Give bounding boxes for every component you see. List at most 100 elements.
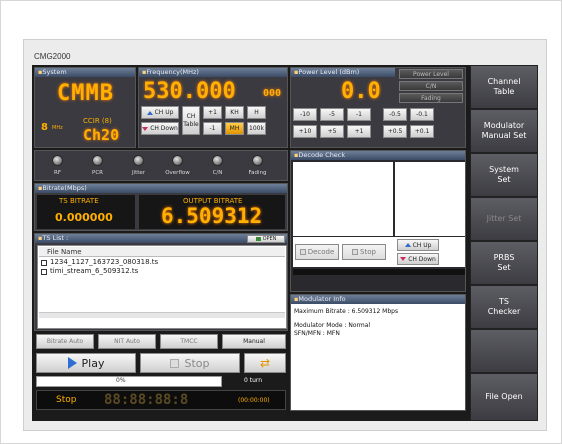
play-button[interactable]: Play [36, 353, 136, 373]
bandwidth-value: 8 [41, 122, 48, 133]
decode-info-area [395, 162, 465, 236]
output-bitrate-value: 6.509312 [161, 204, 263, 228]
power-step-button[interactable]: +0.5 [383, 125, 407, 138]
cn-tab[interactable]: C/N [399, 81, 463, 91]
power-display: 0.0 [341, 79, 381, 104]
power-step-button[interactable]: -10 [293, 108, 317, 121]
decode-stop-button[interactable]: Stop [342, 244, 386, 260]
frequency-display: 530.000 [143, 79, 236, 104]
stop-icon [352, 249, 359, 255]
overflow-lamp-label: Overflow [165, 170, 190, 176]
app-panel: CMG2000 System CMMB 8 MHz CCIR (8) Ch20 … [23, 39, 547, 431]
bitrate-auto-button[interactable]: Bitrate Auto [36, 334, 94, 349]
power-header: Power Level (dBm) [291, 68, 395, 77]
folder-icon [255, 237, 261, 241]
fading-lamp-label: Fading [248, 170, 267, 176]
step-button[interactable]: 100k [247, 122, 266, 135]
empty-side-button [470, 329, 538, 373]
open-label: OPEN [262, 236, 277, 242]
modulator-manual-set-side-button[interactable]: Modulator Manual Set [470, 109, 538, 153]
decode-label: Decode [307, 248, 335, 256]
file-name-column-label: File Name [47, 248, 82, 256]
loop-icon: ⇄ [259, 356, 271, 370]
rf-lamp-label: RF [54, 170, 61, 176]
ch-table-button[interactable]: CH Table [182, 106, 200, 135]
power-step-button[interactable]: -0.5 [383, 108, 407, 121]
step-button[interactable]: KH [225, 106, 244, 119]
prbs-set-side-button[interactable]: PRBS Set [470, 241, 538, 285]
cn-lamp-icon [212, 155, 223, 166]
decode-ch-down-label: CH Down [408, 255, 436, 263]
power-section: Power Level (dBm) 0.0 Power Level C/N Fa… [290, 67, 466, 148]
jitter-set-side-button[interactable]: Jitter Set [470, 197, 538, 241]
decode-button[interactable]: Decode [295, 244, 339, 260]
rf-lamp-icon [52, 155, 63, 166]
system-set-side-button[interactable]: System Set [470, 153, 538, 197]
stop-icon [170, 358, 180, 368]
down-arrow-icon [400, 257, 407, 261]
ts-bitrate-value: 0.000000 [55, 211, 113, 224]
bitrate-section: Bitrate(Mbps) TS BITRATE 0.000000 OUTPUT… [34, 183, 288, 231]
overflow-lamp-icon [172, 155, 183, 166]
system-header: System [35, 68, 135, 77]
stop-button[interactable]: Stop [140, 353, 240, 373]
stop-label: Stop [184, 356, 210, 370]
max-bitrate-text: Maximum Bitrate : 6.509312 Mbps [294, 308, 399, 315]
pcr-lamp-icon [92, 155, 103, 166]
standard-label: CCIR (8) [83, 117, 112, 125]
ts-checker-side-button[interactable]: TS Checker [470, 285, 538, 329]
up-arrow-icon [146, 110, 153, 115]
power-step-button[interactable]: +10 [293, 125, 317, 138]
decode-ch-up-button[interactable]: CH Up [397, 239, 439, 251]
file-list-item[interactable]: timi_stream_6_509312.ts [50, 267, 138, 275]
fading-lamp-icon [252, 155, 263, 166]
power-step-button[interactable]: +5 [320, 125, 344, 138]
decode-stop-label: Stop [360, 248, 376, 256]
file-open-side-button[interactable]: File Open [470, 373, 538, 421]
freq-ch-down-button[interactable]: CH Down [141, 122, 179, 135]
power-step-button[interactable]: +1 [347, 125, 371, 138]
play-state: Stop [56, 395, 77, 405]
time-text: (00:00:00) [238, 397, 270, 404]
time-digits: 88:88:88:8 [104, 392, 189, 408]
ts-list-section: TS List : OPEN File Name 1234_1127_16372… [34, 233, 288, 331]
loop-button[interactable]: ⇄ [244, 353, 286, 373]
file-checkbox[interactable] [41, 269, 47, 275]
freq-ch-up-button[interactable]: CH Up [141, 106, 179, 119]
open-button[interactable]: OPEN [247, 235, 285, 243]
power-level-tab[interactable]: Power Level [399, 69, 463, 79]
play-label: Play [81, 356, 105, 370]
frequency-section: Frequency(MHz) 530.000 000 CH Up CH Down… [138, 67, 288, 148]
pcr-lamp-label: PCR [92, 170, 103, 176]
decode-ch-up-label: CH Up [412, 241, 432, 249]
freq-ch-up-label: CH Up [154, 109, 174, 116]
ch-table-label: CH Table [183, 112, 199, 128]
step-button[interactable]: H [247, 106, 266, 119]
decode-ch-down-button[interactable]: CH Down [397, 253, 439, 265]
tmcc-button[interactable]: TMCC [160, 334, 218, 349]
step-button[interactable]: -1 [203, 122, 222, 135]
nit-auto-button[interactable]: NIT Auto [98, 334, 156, 349]
file-checkbox[interactable] [41, 260, 47, 266]
window-frame: CMG2000 System CMMB 8 MHz CCIR (8) Ch20 … [0, 0, 562, 444]
channel-display: Ch20 [83, 126, 120, 144]
status-lamps-section: RF PCR Jitter Overflow C/N Fading [34, 150, 288, 181]
step-button-active[interactable]: MH [225, 122, 244, 135]
bandwidth-unit: MHz [52, 125, 63, 131]
ts-list-scrollbar[interactable] [39, 312, 285, 318]
down-arrow-icon [142, 126, 149, 131]
progress-percent: 0% [116, 377, 126, 384]
power-step-button[interactable]: -5 [320, 108, 344, 121]
application-area: System CMMB 8 MHz CCIR (8) Ch20 Frequenc… [32, 65, 538, 421]
power-step-button[interactable]: -0.1 [410, 108, 434, 121]
modulator-info-section: Modulator Info Maximum Bitrate : 6.50931… [290, 294, 466, 411]
manual-button[interactable]: Manual [222, 334, 286, 349]
file-list-item[interactable]: 1234_1127_163723_080318.ts [50, 258, 158, 266]
cn-lamp-label: C/N [212, 170, 223, 176]
system-section: System CMMB 8 MHz CCIR (8) Ch20 [34, 67, 136, 148]
power-step-button[interactable]: -1 [347, 108, 371, 121]
power-step-button[interactable]: +0.1 [410, 125, 434, 138]
step-button[interactable]: +1 [203, 106, 222, 119]
fading-tab[interactable]: Fading [399, 93, 463, 103]
channel-table-side-button[interactable]: Channel Table [470, 65, 538, 109]
